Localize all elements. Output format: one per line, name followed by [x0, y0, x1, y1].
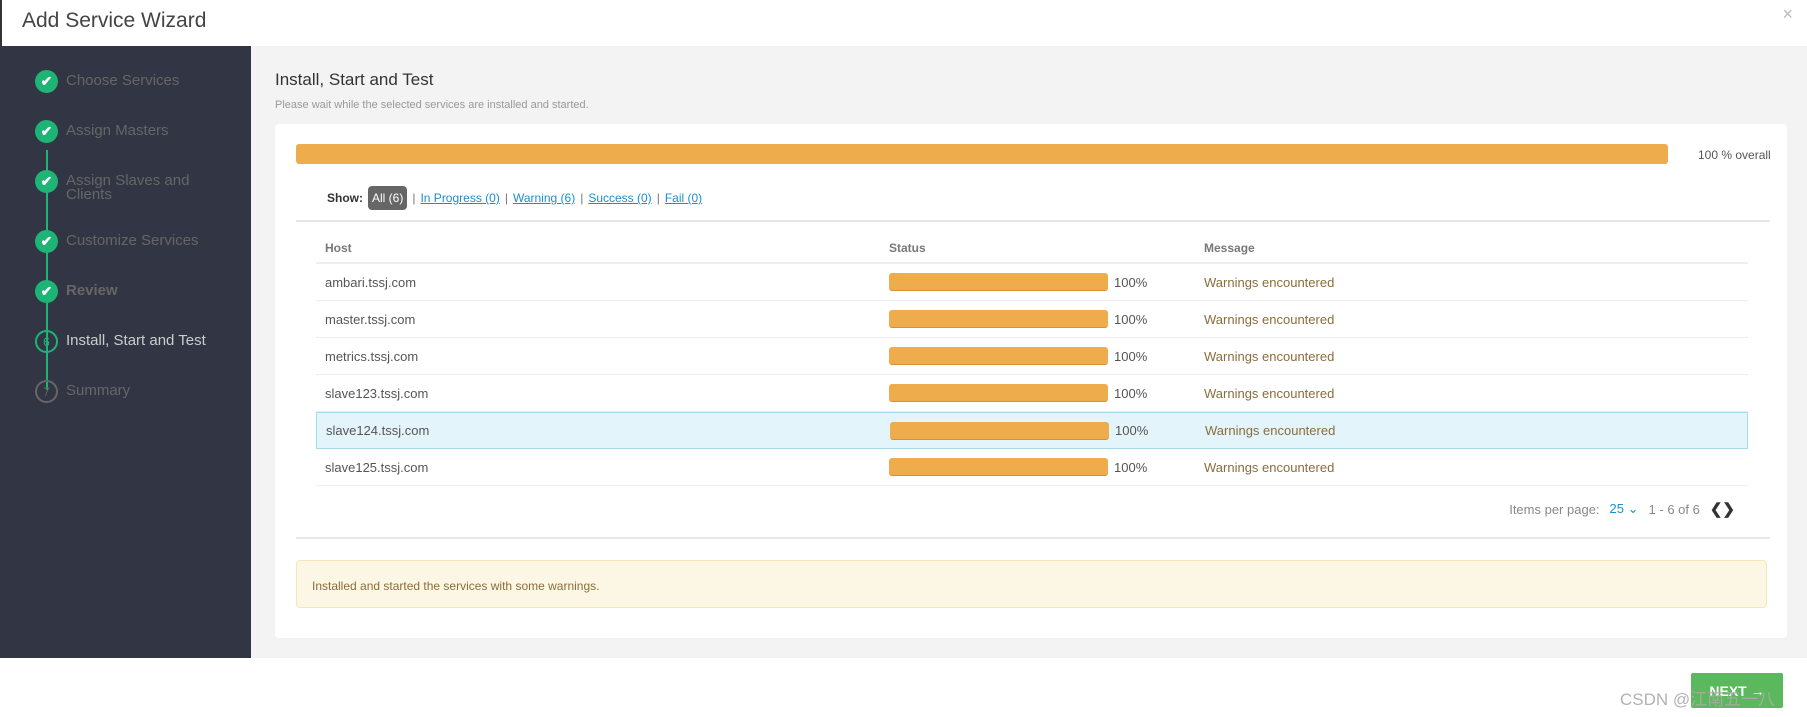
table-row[interactable]: slave124.tssj.com 100% Warnings encounte…: [316, 412, 1748, 449]
host-message[interactable]: Warnings encountered: [1204, 312, 1748, 327]
table-row[interactable]: slave123.tssj.com 100% Warnings encounte…: [316, 375, 1748, 412]
host-progress-pct: 100%: [1114, 459, 1148, 475]
host-progress-bar: [889, 384, 1108, 402]
step-choose-services: ✔ Choose Services: [35, 70, 206, 93]
host-progress-pct: 100%: [1114, 274, 1148, 290]
host-message[interactable]: Warnings encountered: [1204, 386, 1748, 401]
column-message: Message: [1204, 241, 1255, 255]
separator: |: [412, 191, 416, 205]
watermark: CSDN @江南五一八: [1620, 690, 1776, 709]
host-name[interactable]: master.tssj.com: [316, 312, 889, 327]
status-cell: 100%: [889, 458, 1204, 476]
overall-progress-bar: [296, 144, 1668, 164]
status-cell: 100%: [889, 273, 1204, 291]
main-content: Install, Start and Test Please wait whil…: [251, 46, 1807, 658]
prev-page-icon[interactable]: ❮: [1710, 501, 1723, 518]
host-progress-pct: 100%: [1114, 385, 1148, 401]
host-name[interactable]: slave124.tssj.com: [317, 423, 890, 438]
table-row[interactable]: metrics.tssj.com 100% Warnings encounter…: [316, 338, 1748, 375]
hosts-table: Host Status Message ambari.tssj.com 100%…: [316, 234, 1748, 486]
items-per-page-select[interactable]: 25 ⌄: [1610, 501, 1639, 517]
host-progress-pct: 100%: [1114, 348, 1148, 364]
host-message[interactable]: Warnings encountered: [1205, 423, 1747, 438]
host-progress-bar: [890, 421, 1109, 440]
step-summary: 7 Summary: [35, 380, 206, 403]
status-cell: 100%: [890, 421, 1205, 440]
host-progress-bar: [889, 273, 1108, 291]
step-label: Assign Masters: [66, 122, 169, 139]
status-cell: 100%: [889, 347, 1204, 365]
items-per-page-label: Items per page:: [1509, 501, 1600, 517]
table-row[interactable]: slave125.tssj.com 100% Warnings encounte…: [316, 449, 1748, 486]
separator: |: [656, 191, 660, 205]
host-progress-bar: [889, 310, 1108, 328]
show-label: Show:: [327, 191, 363, 205]
host-message[interactable]: Warnings encountered: [1204, 275, 1748, 290]
modal-footer: NEXT → CSDN @江南五一八: [0, 658, 1807, 717]
divider: [296, 220, 1770, 222]
step-install-start-test: 6 Install, Start and Test: [35, 330, 206, 353]
host-progress-pct: 100%: [1114, 311, 1148, 327]
column-status: Status: [889, 241, 926, 255]
check-icon: ✔: [35, 120, 58, 143]
warning-alert: Installed and started the services with …: [296, 560, 1767, 608]
items-per-page-value: 25: [1609, 501, 1624, 516]
divider: [296, 537, 1770, 539]
host-name[interactable]: metrics.tssj.com: [316, 349, 889, 364]
host-name[interactable]: slave123.tssj.com: [316, 386, 889, 401]
host-progress-bar: [889, 458, 1108, 476]
filter-warning[interactable]: Warning (6): [513, 191, 575, 205]
step-number-icon: 6: [35, 330, 58, 353]
host-message[interactable]: Warnings encountered: [1204, 460, 1748, 475]
table-row[interactable]: master.tssj.com 100% Warnings encountere…: [316, 301, 1748, 338]
host-progress-bar: [889, 347, 1108, 365]
pagination: Items per page: 25 ⌄ 1 - 6 of 6 ❮❯: [1509, 500, 1735, 518]
separator: |: [580, 191, 584, 205]
step-label: Customize Services: [66, 232, 199, 249]
step-label: Assign Slaves and Clients: [66, 172, 190, 203]
filter-success[interactable]: Success (0): [588, 191, 651, 205]
progress-card: 100 % overall Show: All (6) | In Progres…: [275, 124, 1787, 638]
wizard-steps-sidebar: ✔ Choose Services ✔ Assign Masters ✔ Assign…: [0, 46, 251, 658]
step-assign-slaves: ✔ Assign Slaves and Clients: [35, 170, 206, 202]
filter-fail[interactable]: Fail (0): [665, 191, 702, 205]
check-icon: ✔: [35, 170, 58, 193]
overall-progress-label: 100 % overall: [1698, 148, 1771, 162]
host-name[interactable]: slave125.tssj.com: [316, 460, 889, 475]
filter-all[interactable]: All (6): [368, 186, 408, 210]
status-cell: 100%: [889, 384, 1204, 402]
modal-header: Add Service Wizard ×: [0, 0, 1807, 46]
page-title: Install, Start and Test: [275, 70, 434, 89]
column-host: Host: [325, 241, 352, 255]
close-icon[interactable]: ×: [1782, 4, 1793, 25]
check-icon: ✔: [35, 230, 58, 253]
host-message[interactable]: Warnings encountered: [1204, 349, 1748, 364]
step-number-icon: 7: [35, 380, 58, 403]
table-row[interactable]: ambari.tssj.com 100% Warnings encountere…: [316, 264, 1748, 301]
separator: |: [504, 191, 508, 205]
status-cell: 100%: [889, 310, 1204, 328]
step-assign-masters: ✔ Assign Masters: [35, 120, 206, 143]
next-page-icon[interactable]: ❯: [1722, 501, 1735, 518]
step-label: Choose Services: [66, 72, 180, 89]
page-subtitle: Please wait while the selected services …: [275, 99, 589, 111]
page-range: 1 - 6 of 6: [1648, 501, 1700, 517]
table-header: Host Status Message: [316, 234, 1748, 264]
check-icon: ✔: [35, 70, 58, 93]
step-customize-services: ✔ Customize Services: [35, 230, 206, 253]
step-label: Install, Start and Test: [66, 332, 206, 349]
filter-in-progress[interactable]: In Progress (0): [420, 191, 499, 205]
host-progress-pct: 100%: [1115, 423, 1149, 438]
modal-title: Add Service Wizard: [22, 9, 207, 32]
host-name[interactable]: ambari.tssj.com: [316, 275, 889, 290]
step-label: Review: [66, 282, 118, 299]
check-icon: ✔: [35, 280, 58, 303]
step-label: Summary: [66, 382, 131, 399]
step-review: ✔ Review: [35, 280, 206, 303]
chevron-down-icon: ⌄: [1627, 501, 1639, 516]
host-filter: Show: All (6) | In Progress (0) | Warnin…: [327, 186, 702, 210]
